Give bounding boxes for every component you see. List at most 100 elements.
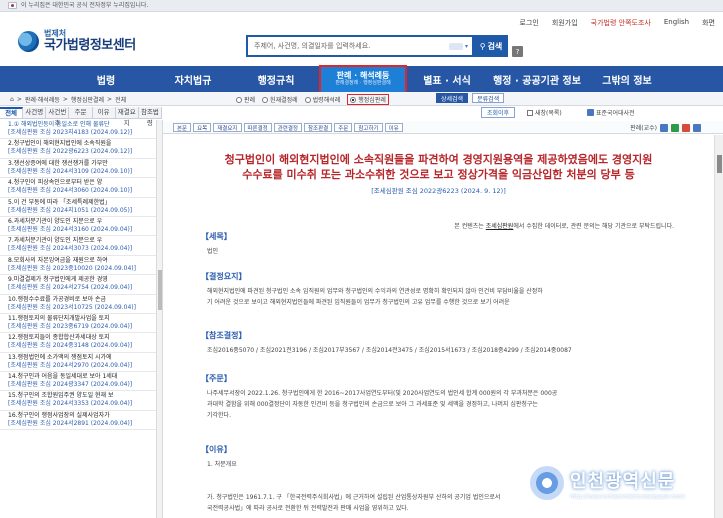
list-item[interactable]: 13.쟁점법인에 소가액의 쟁점토지 시가에 [조세심판원 조심 2024서297… bbox=[0, 353, 156, 373]
bookmark-icon[interactable] bbox=[693, 123, 701, 132]
nav-tables-forms[interactable]: 별표 · 서식 bbox=[407, 66, 487, 92]
tab-case-number[interactable]: 사건번호 bbox=[46, 107, 70, 127]
new-window-checkbox[interactable]: 새창(목록) bbox=[527, 108, 562, 117]
list-item[interactable]: 8.모회사의 자본잉여금을 재원으로 하여 [조세심판원 조심 2023중1002… bbox=[0, 256, 156, 276]
doc-view-label: 판례(교수) bbox=[630, 125, 657, 132]
doc-section-button[interactable]: 참고하기 bbox=[354, 123, 383, 132]
source-note: 본 컨텐츠는 조세심판원에서 수집한 데이터로, 관련 문의는 해당 기관으로 … bbox=[454, 223, 674, 230]
korea-flag-icon bbox=[8, 2, 17, 9]
list-item-meta: [조세심판원 조심 2024서2970 (2024.09.04)] bbox=[8, 361, 133, 369]
search-button[interactable]: ⚲ 검색 bbox=[474, 35, 508, 57]
list-item[interactable]: 6.과세처분기관이 양도인 지분으로 우 [조세심판원 조심 2024서3160 … bbox=[0, 217, 156, 237]
doc-section-button[interactable]: 따른결정 bbox=[243, 123, 272, 132]
site-logo[interactable]: 법제처 국가법령정보센터 bbox=[18, 30, 136, 52]
utility-links: 로그인 회원가입 국가법령 안쪽도조사 English 화면 bbox=[520, 18, 715, 28]
nav-label: 별표 · 서식 bbox=[423, 75, 471, 87]
section-order-head: 【주문】 bbox=[201, 374, 232, 383]
share-icon[interactable] bbox=[660, 123, 668, 132]
print-icon[interactable] bbox=[682, 123, 690, 132]
doc-section-button[interactable]: 관련결정 bbox=[273, 123, 302, 132]
gov-notice-bar: 이 누리집은 대한민국 공식 전자정부 누리집입니다. bbox=[0, 0, 723, 12]
list-item-title: 9.미결결제가 청구법인에게 제공한 경영 bbox=[8, 276, 108, 284]
nav-local-laws[interactable]: 자치법규 bbox=[152, 66, 234, 92]
doc-section-button[interactable]: 요목 bbox=[193, 123, 212, 132]
list-item[interactable]: 16.청구인이 쟁점사업장의 실제사업자가 [조세심판원 조심 2024서2891… bbox=[0, 411, 156, 431]
watermark-name: 인천광역신문 bbox=[570, 470, 676, 492]
radio-admin-appeal[interactable]: 행정심판례 bbox=[347, 94, 389, 105]
nav-other-info[interactable]: 그밖의 정보 bbox=[587, 66, 667, 92]
search-input[interactable] bbox=[248, 42, 423, 50]
list-item-meta: [조세심판원 조심 2024지1051 (2024.09.05)] bbox=[8, 206, 133, 214]
list-item-title: 10.쟁점수수료를 가공경비로 보아 손금 bbox=[8, 295, 107, 303]
radio-precedent[interactable]: 판례 bbox=[236, 95, 255, 104]
doc-section-button[interactable]: 주문 bbox=[334, 123, 353, 132]
list-item-title: 1.① 해외법인등이 동일소로 인해 물류단 bbox=[8, 121, 110, 128]
tab-all[interactable]: 전체 bbox=[0, 107, 24, 118]
title-line: 수수료를 미수취 또는 과소수취한 것으로 보고 정상가격을 익금산입한 처분의… bbox=[242, 168, 635, 181]
list-item[interactable]: 4.청구인이 피상속인으로부터 받은 양 [조세심판원 조심 2024서3060 … bbox=[0, 178, 156, 198]
search-option-dropdown[interactable]: ▾ bbox=[448, 42, 468, 50]
tab-ref-laws[interactable]: 참조법령 bbox=[138, 107, 162, 127]
list-item[interactable]: 12.쟁점토지들이 종합합산과세대상 토지 [조세심판원 조심 2024중3148… bbox=[0, 333, 156, 353]
list-item[interactable]: 3.쟁선상증여에 대한 쟁선쟁거를 가부만 [조세심판원 조심 2024서3109… bbox=[0, 159, 156, 179]
document-scrollbar[interactable] bbox=[714, 135, 723, 518]
nav-label: 그밖의 정보 bbox=[602, 75, 652, 87]
breadcrumb-item[interactable]: 판례·해석례등 bbox=[25, 95, 60, 104]
doc-section-button[interactable]: 이유 bbox=[384, 123, 403, 132]
radio-constitutional[interactable]: 헌재결정례 bbox=[262, 95, 298, 104]
section-summary-body: 해외현지법인에 파견된 청구법인 소속 임직원의 업무와 청구법인의 수익과의 … bbox=[207, 288, 543, 306]
list-item[interactable]: 1.① 해외법인등이 동일소로 인해 물류단 [조세심판원 조심 2023지418… bbox=[0, 120, 156, 140]
nav-admin-rules[interactable]: 행정규칙 bbox=[234, 66, 318, 92]
screen-link[interactable]: 화면 bbox=[702, 18, 715, 28]
doc-section-button[interactable]: 재결요지 bbox=[213, 123, 242, 132]
nav-laws[interactable]: 법령 bbox=[60, 66, 152, 92]
doc-tools: 판례(교수) bbox=[630, 123, 701, 132]
nav-public-agency[interactable]: 행정 · 공공기관 정보 bbox=[487, 66, 587, 92]
list-item[interactable]: 7.과세처분기관이 양도인 지분으로 우 [조세심판원 조심 2024서3073 … bbox=[0, 236, 156, 256]
tab-summary[interactable]: 재결요지 bbox=[115, 107, 139, 127]
scroll-thumb[interactable] bbox=[158, 270, 162, 310]
breadcrumb-item[interactable]: 전체 bbox=[115, 95, 126, 104]
category-search-button[interactable]: 분류검색 bbox=[472, 93, 505, 103]
dictionary-icon bbox=[587, 109, 594, 116]
gov-notice-text: 이 누리집은 대한민국 공식 전자정부 누리집입니다. bbox=[21, 1, 149, 9]
list-item[interactable]: 9.미결결제가 청구법인에게 제공한 경영 [조세심판원 조심 2024서2754… bbox=[0, 275, 156, 295]
list-item-meta: [조세심판원 조심 2024서3060 (2024.09.10)] bbox=[8, 187, 133, 195]
tab-order[interactable]: 주문 bbox=[69, 107, 93, 118]
zoom-button[interactable]: 조회이후 bbox=[481, 107, 516, 118]
tab-case-name[interactable]: 사건명 bbox=[23, 107, 47, 118]
list-item-meta: [조세심판원 조심 2024서3353 (2024.09.04)] bbox=[8, 400, 133, 408]
search-box: ▾ bbox=[246, 35, 474, 57]
search-help-button[interactable]: ? bbox=[512, 46, 523, 57]
scroll-thumb[interactable] bbox=[717, 155, 722, 173]
detail-search-button[interactable]: 상세검색 bbox=[436, 93, 469, 103]
radio-interpretation[interactable]: 법령해석례 bbox=[304, 95, 340, 104]
list-item-title: 14.청구인과 어음을 동일세대로 보아 1세대 bbox=[8, 373, 118, 381]
nav-precedents[interactable]: 판례 · 해석례등 판례결정례 · 행정심판결례 bbox=[319, 65, 407, 94]
search-mode-buttons: 상세검색 분류검색 bbox=[436, 93, 505, 103]
list-item-meta: [조세심판원 조심 2024광3347 (2024.09.04)] bbox=[8, 381, 133, 389]
list-item[interactable]: 10.쟁점수수료를 가공경비로 보아 손금 [조세심판원 조심 2023서1072… bbox=[0, 295, 156, 314]
search-button-label: 검색 bbox=[487, 41, 503, 51]
signup-link[interactable]: 회원가입 bbox=[552, 18, 578, 28]
search-icon: ⚲ bbox=[479, 41, 486, 51]
home-icon[interactable]: ⌂ bbox=[10, 96, 14, 103]
doc-section-button[interactable]: 본문 bbox=[173, 123, 192, 132]
list-item[interactable]: 15.청구인의 조합원입주권 양도일 현재 보 [조세심판원 조심 2024서33… bbox=[0, 391, 156, 411]
doc-section-button[interactable]: 참조판결 bbox=[304, 123, 333, 132]
list-item[interactable]: 14.청구인과 어음을 동일세대로 보아 1세대 [조세심판원 조심 2024광3… bbox=[0, 372, 156, 392]
tab-reason[interactable]: 이유 bbox=[92, 107, 116, 118]
list-item[interactable]: 5.이 건 부동에 따라 「조세특례제한법」 [조세심판원 조심 2024지105… bbox=[0, 198, 156, 217]
source-org-link[interactable]: 조세심판원 bbox=[486, 223, 514, 230]
dictionary-link[interactable]: 표준국어대사전 bbox=[587, 108, 635, 117]
list-item-meta: [조세심판원 조심 2022광6223 (2024.09.12)] bbox=[8, 148, 133, 156]
list-item[interactable]: 11.쟁점토지의 물류단지개발사업을 토지 [조세심판원 조심 2023중6719… bbox=[0, 314, 156, 334]
english-link[interactable]: English bbox=[664, 18, 689, 28]
list-item[interactable]: 2.청구법인이 해외현지법인에 소속직원을 [조세심판원 조심 2022광6223… bbox=[0, 139, 156, 159]
login-link[interactable]: 로그인 bbox=[520, 18, 539, 28]
result-field-tabs: 전체 사건명 사건번호 주문 이유 재결요지 참조법령 bbox=[0, 107, 162, 127]
save-icon[interactable] bbox=[671, 123, 679, 132]
list-item-title: 6.과세처분기관이 양도인 지분으로 우 bbox=[8, 217, 103, 225]
breadcrumb-item[interactable]: 행정심판결례 bbox=[71, 95, 104, 104]
survey-link[interactable]: 국가법령 안쪽도조사 bbox=[591, 18, 651, 28]
